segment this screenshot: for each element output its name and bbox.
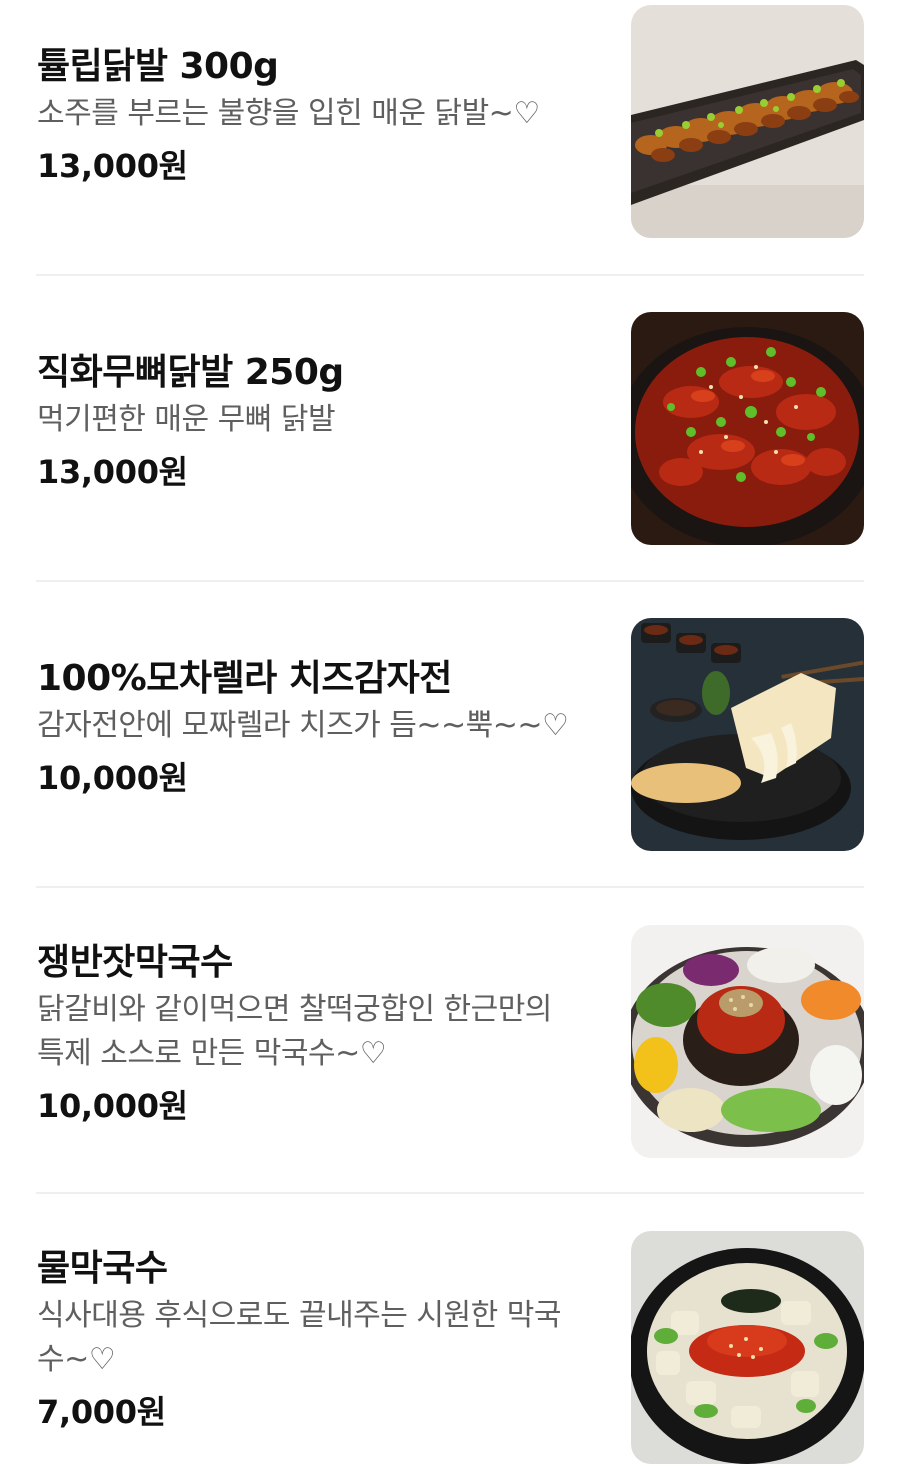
menu-item-price: 7,000원 [37,1393,166,1431]
menu-item[interactable]: 물막국수 식사대용 후식으로도 끝내주는 시원한 막국 수~♡ 7,000원 [0,1224,900,1481]
menu-item-name: 쟁반잣막국수 [37,942,233,983]
menu-item[interactable]: 100%모차렐라 치즈감자전 감자전안에 모짜렐라 치즈가 듬~~뿍~~♡ 10… [0,612,900,918]
boneless-chicken-feet-photo [631,312,864,545]
menu-item[interactable]: 쟁반잣막국수 닭갈비와 같이먹으면 찰떡궁합인 한근만의 특제 소스로 만든 막… [0,918,900,1224]
divider [36,1192,864,1194]
menu-item-text: 쟁반잣막국수 닭갈비와 같이먹으면 찰떡궁합인 한근만의 특제 소스로 만든 막… [37,940,597,1128]
menu-item-name: 물막국수 [37,1248,168,1289]
menu-list: 튤립닭발 300g 소주를 부르는 불향을 입힌 매운 닭발~♡ 13,000원 [0,0,900,1481]
menu-item-description: 수~♡ [37,1342,116,1377]
menu-item-image[interactable] [631,618,864,851]
menu-item[interactable]: 튤립닭발 300g 소주를 부르는 불향을 입힌 매운 닭발~♡ 13,000원 [0,0,900,306]
menu-item-image[interactable] [631,925,864,1158]
menu-item-description: 식사대용 후식으로도 끝내주는 시원한 막국 [37,1298,561,1333]
menu-item-description: 소주를 부르는 불향을 입힌 매운 닭발~♡ [37,96,540,131]
divider [36,274,864,276]
chicken-feet-photo [631,5,864,238]
menu-item[interactable]: 직화무뼈닭발 250g 먹기편한 매운 무뼈 닭발 13,000원 [0,306,900,612]
menu-item-name: 100%모차렐라 치즈감자전 [37,658,452,699]
menu-item-price: 10,000원 [37,1087,188,1125]
menu-item-image[interactable] [631,312,864,545]
menu-item-description: 먹기편한 매운 무뼈 닭발 [37,402,336,437]
menu-item-text: 물막국수 식사대용 후식으로도 끝내주는 시원한 막국 수~♡ 7,000원 [37,1246,597,1434]
menu-item-description: 특제 소스로 만든 막국수~♡ [37,1036,387,1071]
makguksu-platter-photo [631,925,864,1158]
menu-item-price: 13,000원 [37,453,188,491]
menu-item-text: 튤립닭발 300g 소주를 부르는 불향을 입힌 매운 닭발~♡ 13,000원 [37,44,597,188]
menu-item-name: 튤립닭발 300g [37,46,279,87]
menu-item-image[interactable] [631,5,864,238]
divider [36,886,864,888]
menu-item-description: 감자전안에 모짜렐라 치즈가 듬~~뿍~~♡ [37,708,569,743]
menu-item-description: 닭갈비와 같이먹으면 찰떡궁합인 한근만의 [37,992,552,1027]
cold-noodle-soup-photo [631,1231,864,1464]
menu-item-price: 10,000원 [37,759,188,797]
divider [36,580,864,582]
menu-item-text: 100%모차렐라 치즈감자전 감자전안에 모짜렐라 치즈가 듬~~뿍~~♡ 10… [37,656,597,800]
menu-item-name: 직화무뼈닭발 250g [37,352,344,393]
menu-item-image[interactable] [631,1231,864,1464]
cheese-potato-pancake-photo [631,618,864,851]
menu-item-price: 13,000원 [37,147,188,185]
menu-item-text: 직화무뼈닭발 250g 먹기편한 매운 무뼈 닭발 13,000원 [37,350,597,494]
